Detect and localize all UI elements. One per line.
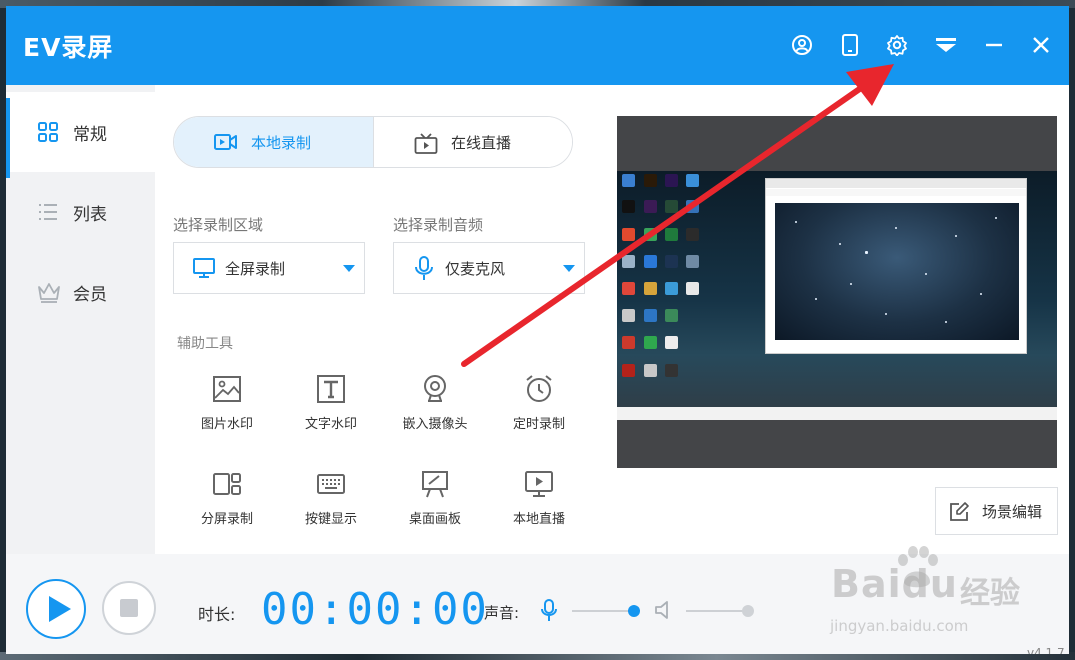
annotation-arrow [461,64,894,367]
ev-recorder-window: EV录屏 常规 列表 会员 本地录制 在线直播 选择录制区域 全屏录制 选择录制… [6,6,1069,654]
version-label: v4.1.7 [1027,646,1065,654]
